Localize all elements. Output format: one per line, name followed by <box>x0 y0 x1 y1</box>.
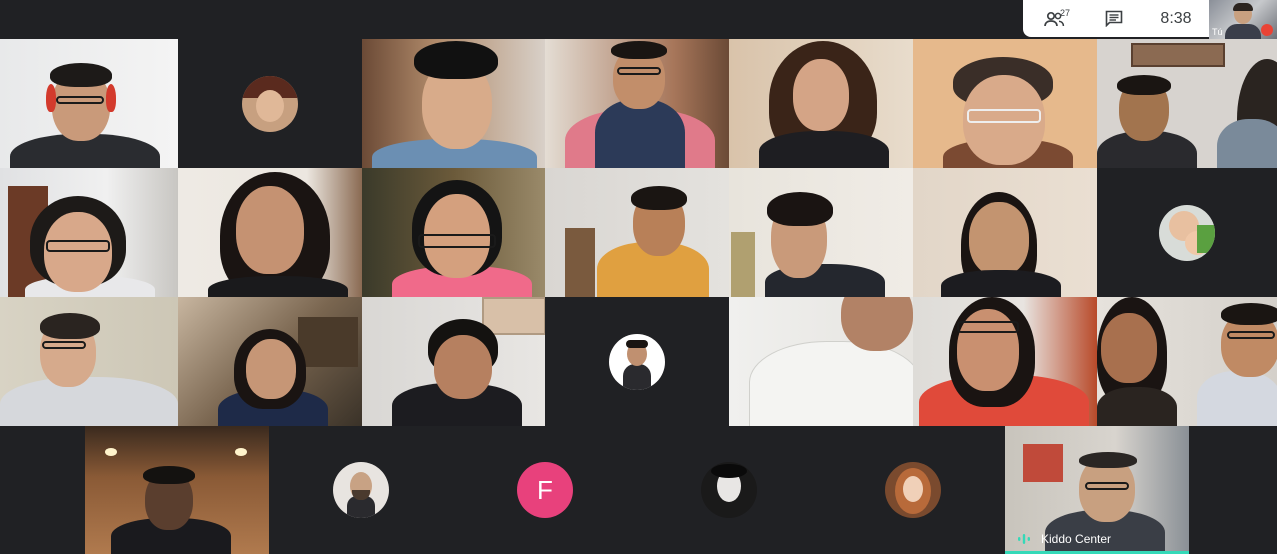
participant-tile[interactable] <box>0 297 178 426</box>
participant-tile[interactable] <box>178 39 362 168</box>
participant-tile[interactable] <box>729 168 913 297</box>
mic-off-icon <box>1261 24 1273 36</box>
participant-tile[interactable] <box>1097 39 1277 168</box>
participants-button[interactable]: 27 <box>1023 0 1085 37</box>
participant-tile[interactable] <box>913 168 1097 297</box>
participant-tile[interactable] <box>1097 168 1277 297</box>
participant-tile[interactable] <box>178 168 362 297</box>
participant-tile[interactable] <box>545 39 729 168</box>
participant-tile[interactable] <box>362 297 545 426</box>
participant-tile[interactable] <box>0 168 178 297</box>
participant-tile[interactable] <box>545 168 729 297</box>
participant-tile[interactable] <box>85 426 269 554</box>
clock: 8:38 <box>1160 9 1192 27</box>
participant-tile[interactable] <box>0 39 178 168</box>
participant-tile[interactable] <box>269 426 453 554</box>
you-label: Tú <box>1212 27 1223 37</box>
participant-avatar <box>242 75 298 132</box>
participant-tile[interactable] <box>729 297 913 426</box>
participant-tile[interactable]: F <box>453 426 637 554</box>
participant-count: 27 <box>1060 8 1071 18</box>
participant-name: Kiddo Center <box>1041 532 1112 546</box>
participant-tile[interactable] <box>913 39 1097 168</box>
participant-tile[interactable] <box>913 297 1097 426</box>
chat-icon <box>1105 10 1123 27</box>
participant-tile[interactable] <box>362 39 545 168</box>
participant-tile[interactable] <box>545 297 729 426</box>
meeting-info-panel: 27 8:38 <box>1023 0 1209 37</box>
letter-avatar: F <box>517 462 573 518</box>
audio-waveform-icon <box>1018 534 1030 544</box>
self-person <box>1225 24 1261 39</box>
participant-tile[interactable] <box>178 297 362 426</box>
participant-tile[interactable] <box>729 39 913 168</box>
participant-tile[interactable] <box>362 168 545 297</box>
chat-button[interactable] <box>1085 0 1143 37</box>
self-hair <box>1233 3 1253 11</box>
participant-tile[interactable] <box>821 426 1005 554</box>
self-view-tile[interactable]: Tú <box>1209 0 1277 39</box>
participant-avatar <box>885 462 941 518</box>
participant-tile[interactable] <box>1097 297 1277 426</box>
participant-avatar <box>1159 204 1215 261</box>
participant-avatar <box>701 462 757 518</box>
participant-avatar <box>333 462 389 518</box>
participant-tile[interactable] <box>637 426 821 554</box>
participant-avatar <box>609 333 665 390</box>
featured-participant-tile[interactable]: Kiddo Center <box>1005 426 1189 554</box>
